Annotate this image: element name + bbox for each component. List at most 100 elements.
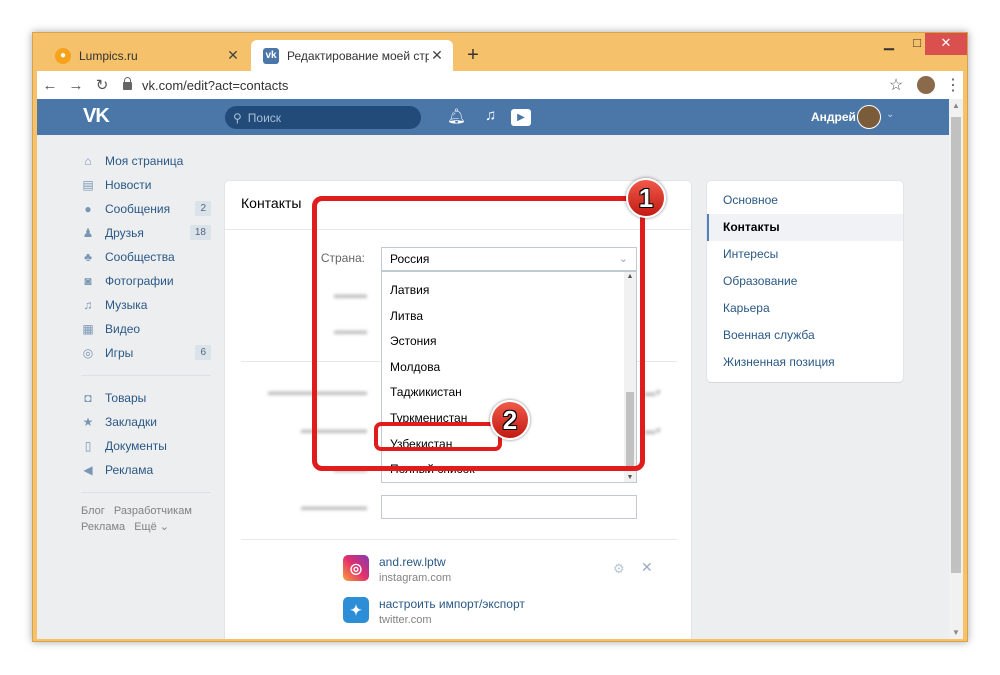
settings-nav-item[interactable]: Интересы	[707, 241, 903, 268]
sidebar-item[interactable]: ♣ Сообщества	[81, 245, 211, 269]
sidebar-item-label: Игры	[105, 346, 134, 360]
address-bar[interactable]: vk.com/edit?act=contacts	[123, 77, 883, 93]
user-name[interactable]: Андрей	[811, 110, 856, 124]
search-input[interactable]	[247, 110, 398, 125]
social-import-link[interactable]: настроить импорт/экспорт	[379, 597, 525, 611]
play-icon[interactable]: ▶	[511, 109, 531, 126]
browser-toolbar: ← → ↻ vk.com/edit?act=contacts ☆ ⋮	[37, 71, 963, 99]
goods-icon: ◘	[84, 391, 92, 405]
new-tab-button[interactable]: +	[461, 43, 485, 67]
sidebar-item-label: Фотографии	[105, 274, 174, 288]
sidebar-item[interactable]: ▦ Видео	[81, 317, 211, 341]
messages-icon: ●	[84, 202, 92, 216]
twitter-icon: ✦	[343, 597, 369, 623]
bookmark-star-icon[interactable]: ☆	[883, 75, 909, 95]
social-row-instagram: ◎ and.rew.lptw instagram.com	[343, 555, 451, 584]
page-scrollbar[interactable]: ▲ ▼	[949, 99, 963, 639]
search-icon: ⚲	[233, 110, 242, 125]
settings-nav-item[interactable]: Военная служба	[707, 322, 903, 349]
scroll-up-arrow-icon[interactable]: ▲	[949, 101, 963, 110]
footer-link[interactable]: Разработчикам	[114, 505, 192, 517]
sidebar-item[interactable]: ♫ Музыка	[81, 293, 211, 317]
sidebar-item[interactable]: ⌂ Моя страница	[81, 149, 211, 173]
menu-kebab-icon[interactable]: ⋮	[943, 75, 963, 95]
games-icon: ◎	[82, 346, 94, 360]
sidebar-item-label: Видео	[105, 322, 141, 336]
tab-title: Lumpics.ru	[79, 48, 138, 63]
footer-link[interactable]: Ещё ⌄	[134, 521, 169, 533]
settings-nav-item[interactable]: Жизненная позиция	[707, 349, 903, 376]
instagram-icon: ◎	[343, 555, 369, 581]
settings-nav-item[interactable]: Образование	[707, 268, 903, 295]
tab-close-icon[interactable]: ✕	[225, 47, 241, 64]
sidebar-divider	[81, 492, 211, 493]
settings-nav-item[interactable]: Контакты	[707, 214, 903, 241]
count-badge: 2	[195, 201, 211, 216]
news-icon: ▤	[82, 178, 94, 192]
sidebar-item[interactable]: ◎ Игры 6	[81, 341, 211, 365]
music-icon[interactable]: ♫	[485, 107, 496, 124]
settings-gear-icon[interactable]: ⚙	[613, 561, 625, 577]
sidebar-item-label: Реклама	[105, 463, 154, 477]
remove-close-icon[interactable]: ✕	[641, 559, 653, 576]
sidebar-item[interactable]: ◘ Товары	[81, 386, 211, 410]
footer-link[interactable]: Блог	[81, 505, 105, 517]
home-icon: ⌂	[84, 154, 92, 168]
annotation-highlight-box	[374, 422, 502, 451]
sidebar-item[interactable]: ▤ Новости	[81, 173, 211, 197]
sidebar-item[interactable]: ★ Закладки	[81, 410, 211, 434]
sidebar-item-label: Друзья	[105, 226, 144, 240]
social-account-name[interactable]: and.rew.lptw	[379, 555, 451, 569]
tab-title: Редактирование моей страницы	[287, 48, 429, 63]
documents-icon: ▯	[84, 439, 92, 453]
scroll-thumb[interactable]	[951, 117, 961, 573]
scroll-down-arrow-icon[interactable]: ▼	[949, 628, 963, 637]
avatar[interactable]	[857, 105, 881, 129]
sidebar-item-label: Моя страница	[105, 154, 184, 168]
sidebar-item-label: Товары	[105, 391, 147, 405]
tab-vk-edit[interactable]: vk Редактирование моей страницы ✕	[251, 40, 453, 71]
annotation-step-badge: 1	[626, 178, 666, 218]
lumpics-favicon-icon: ●	[55, 47, 71, 64]
bookmarks-icon: ★	[82, 415, 94, 429]
settings-nav: Основное Контакты Интересы Образование Карье…	[707, 181, 903, 382]
sidebar-item-label: Закладки	[105, 415, 157, 429]
sidebar-item[interactable]: ◙ Фотографии	[81, 269, 211, 293]
website-input[interactable]	[381, 495, 637, 519]
bell-icon[interactable]: 🔔︎	[447, 107, 466, 125]
social-account-domain: twitter.com	[379, 614, 432, 626]
music-icon: ♫	[83, 298, 93, 312]
video-icon: ▦	[82, 322, 94, 336]
vk-logo[interactable]: VK	[83, 105, 110, 128]
chevron-down-icon[interactable]: ⌄	[886, 109, 894, 120]
sidebar-item-label: Сообщества	[105, 250, 175, 264]
url-text: vk.com/edit?act=contacts	[142, 77, 289, 93]
sidebar-item[interactable]: ▯ Документы	[81, 434, 211, 458]
page-title: Контакты	[241, 195, 302, 211]
sidebar-item[interactable]: ◀ Реклама	[81, 458, 211, 482]
sidebar-item[interactable]: ● Сообщения 2	[81, 197, 211, 221]
reload-icon[interactable]: ↻	[89, 76, 115, 94]
profile-avatar[interactable]	[917, 76, 935, 94]
back-arrow-icon[interactable]: ←	[37, 77, 63, 94]
forward-arrow-icon[interactable]: →	[63, 77, 89, 94]
sidebar-item-label: Музыка	[105, 298, 148, 312]
social-account-domain: instagram.com	[379, 572, 452, 584]
sidebar-divider	[81, 375, 211, 376]
sidebar-item[interactable]: ♟ Друзья 18	[81, 221, 211, 245]
section-divider	[241, 539, 677, 540]
scroll-down-arrow-icon[interactable]: ▼	[624, 474, 636, 481]
footer-link[interactable]: Реклама	[81, 521, 125, 533]
communities-icon: ♣	[84, 250, 92, 264]
tab-close-icon[interactable]: ✕	[429, 47, 445, 64]
sidebar-item-label: Сообщения	[105, 202, 171, 216]
lock-icon	[123, 77, 132, 90]
count-badge: 18	[189, 225, 211, 240]
settings-nav-item[interactable]: Карьера	[707, 295, 903, 322]
tab-lumpics[interactable]: ● Lumpics.ru ✕	[43, 40, 249, 71]
settings-nav-item[interactable]: Основное	[707, 187, 903, 214]
sidebar-item-label: Новости	[105, 178, 152, 192]
ads-icon: ◀	[83, 463, 93, 477]
close-window-button[interactable]: ✕	[925, 33, 967, 55]
search-box[interactable]: ⚲	[225, 106, 421, 129]
